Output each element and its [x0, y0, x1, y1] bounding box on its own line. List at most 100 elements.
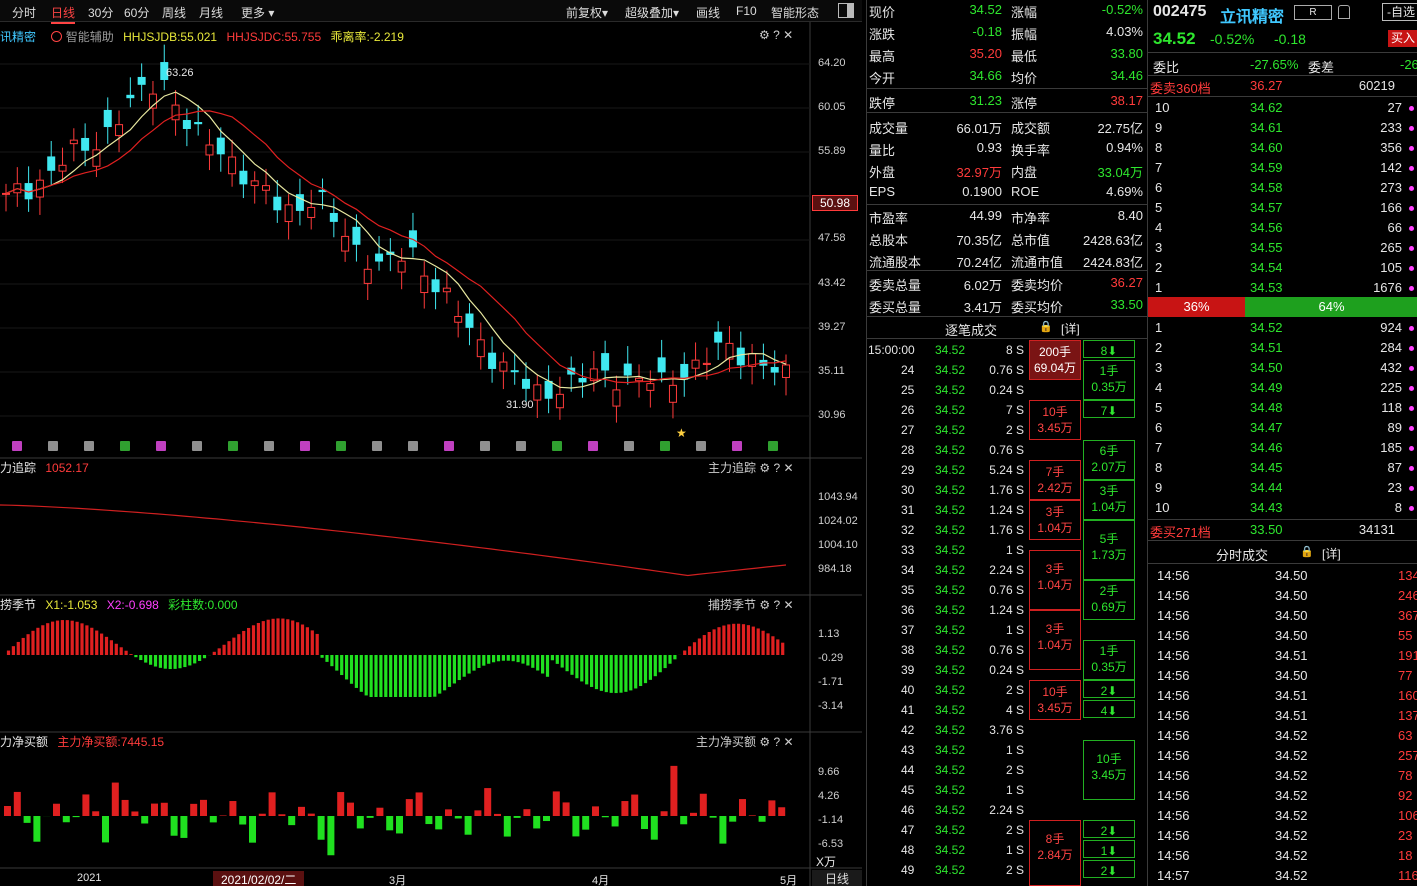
ask-row[interactable]: 5 34.57 166 [1148, 199, 1417, 219]
block-line: 8手 [1045, 832, 1065, 846]
tab-more[interactable]: 更多 ▾ [241, 4, 274, 21]
bid-row[interactable]: 8 34.45 87 [1148, 459, 1417, 479]
marker-dot-icon [1409, 366, 1414, 371]
adjust-dropdown[interactable]: 前复权▾ [566, 4, 608, 21]
time-sales-row: 14:56 34.52 63 [1148, 728, 1417, 748]
bid-row[interactable]: 3 34.50 432 [1148, 359, 1417, 379]
season-bar [212, 651, 216, 655]
season-bar [545, 655, 550, 677]
ts-price: 34.52 [1275, 808, 1308, 823]
tab-daily[interactable]: 日线 [51, 4, 76, 24]
season-bar [418, 655, 422, 697]
ts-price: 34.51 [1275, 708, 1308, 723]
help-icon[interactable]: ? [773, 28, 780, 42]
help-icon[interactable]: ? [773, 735, 780, 749]
season-bar [482, 655, 486, 666]
quote-value: 2428.63亿 [1083, 233, 1143, 248]
season-bar [95, 630, 99, 655]
bid-row[interactable]: 1 34.52 924 [1148, 319, 1417, 339]
sell-block: 7⬇ [1083, 400, 1135, 418]
quote-key: 现价 [869, 5, 896, 20]
ask-volume: 233 [1380, 120, 1402, 135]
bell-icon[interactable] [1338, 5, 1350, 19]
net-buy-bar [650, 816, 658, 840]
season-bar [242, 630, 246, 655]
ask-row[interactable]: 10 34.62 27 [1148, 99, 1417, 119]
assist-label[interactable]: 智能辅助 [66, 30, 114, 44]
gear-icon[interactable]: ⚙ [759, 28, 770, 42]
tab-60min[interactable]: 60分 [124, 4, 149, 21]
quote-row: 委买总量 3.41万 委买均价 33.50 [867, 295, 1147, 317]
candle-body [228, 156, 237, 175]
ask-row[interactable]: 3 34.55 265 [1148, 239, 1417, 259]
quote-value: 6.02万 [963, 278, 1002, 293]
marker-dot-icon [1409, 406, 1414, 411]
ts-time: 14:57 [1157, 868, 1190, 883]
net-buy-bar [141, 816, 149, 824]
close-icon[interactable]: ✕ [784, 461, 794, 475]
candle-body [103, 109, 112, 128]
bid-row[interactable]: 4 34.49 225 [1148, 379, 1417, 399]
tab-intraday[interactable]: 分时 [12, 4, 36, 21]
ask-row[interactable]: 2 34.54 105 [1148, 259, 1417, 279]
draw-line-button[interactable]: 画线 [696, 4, 720, 21]
bid-row[interactable]: 10 34.43 8 [1148, 499, 1417, 519]
ts-time: 14:56 [1157, 608, 1190, 623]
ask-row[interactable]: 4 34.56 66 [1148, 219, 1417, 239]
ticks-detail-link[interactable]: [详] [1061, 320, 1080, 337]
close-icon[interactable]: ✕ [784, 598, 794, 612]
sell-block: 1手 0.35万 [1083, 360, 1135, 400]
bid-volume: 87 [1387, 460, 1402, 475]
quote-value: 33.80 [1110, 46, 1143, 61]
x-tick: 2021 [77, 872, 102, 884]
season-bar [291, 620, 295, 655]
net-buy-bar [327, 816, 335, 856]
season-bar [526, 655, 530, 666]
season-bar [443, 655, 447, 691]
marker-dot-icon [1409, 146, 1414, 151]
season-bar [271, 618, 275, 655]
panel-toggle-icon[interactable] [838, 3, 854, 18]
tick-time: 39 [901, 663, 915, 677]
bid-row[interactable]: 5 34.48 118 [1148, 399, 1417, 419]
chevron-down-icon[interactable] [51, 31, 63, 42]
tab-monthly[interactable]: 月线 [199, 4, 223, 21]
kline-chart[interactable]: ★ [0, 22, 862, 886]
ask-row[interactable]: 1 34.53 1676 [1148, 279, 1417, 299]
gear-icon[interactable]: ⚙ [759, 735, 770, 749]
smart-pattern-button[interactable]: 智能形态 [771, 4, 819, 21]
ask-row[interactable]: 9 34.61 233 [1148, 119, 1417, 139]
tab-30min[interactable]: 30分 [88, 4, 113, 21]
bid-row[interactable]: 6 34.47 89 [1148, 419, 1417, 439]
close-icon[interactable]: ✕ [784, 735, 794, 749]
y-tick: -1.71 [818, 676, 844, 688]
net-buy-bar [758, 816, 766, 822]
tab-weekly[interactable]: 周线 [162, 4, 186, 21]
ask-row[interactable]: 7 34.59 142 [1148, 159, 1417, 179]
candle-body [544, 380, 553, 399]
add-watchlist-button[interactable]: -自选 [1382, 3, 1417, 21]
bid-row[interactable]: 7 34.46 185 [1148, 439, 1417, 459]
x-tick: 5月 [780, 875, 798, 886]
period-label[interactable]: 日线 [812, 870, 862, 886]
time-sales-detail-link[interactable]: [详] [1322, 545, 1341, 562]
candle-body [352, 226, 361, 245]
season-bar [139, 655, 143, 661]
season-bar [781, 642, 785, 655]
bid-row[interactable]: 9 34.44 23 [1148, 479, 1417, 499]
season-bar [663, 655, 667, 669]
bid-row[interactable]: 2 34.51 284 [1148, 339, 1417, 359]
ask-row[interactable]: 6 34.58 273 [1148, 179, 1417, 199]
gear-icon[interactable]: ⚙ [759, 598, 770, 612]
f10-button[interactable]: F10 [736, 4, 757, 18]
ask-row[interactable]: 8 34.60 356 [1148, 139, 1417, 159]
marker-dot-icon [1409, 286, 1414, 291]
buy-button[interactable]: 买入 [1388, 30, 1417, 47]
gear-icon[interactable]: ⚙ [759, 461, 770, 475]
ts-time: 14:56 [1157, 828, 1190, 843]
tick-price: 34.52 [935, 663, 966, 677]
help-icon[interactable]: ? [773, 598, 780, 612]
help-icon[interactable]: ? [773, 461, 780, 475]
overlay-dropdown[interactable]: 超级叠加▾ [625, 4, 679, 21]
close-icon[interactable]: ✕ [783, 28, 793, 42]
